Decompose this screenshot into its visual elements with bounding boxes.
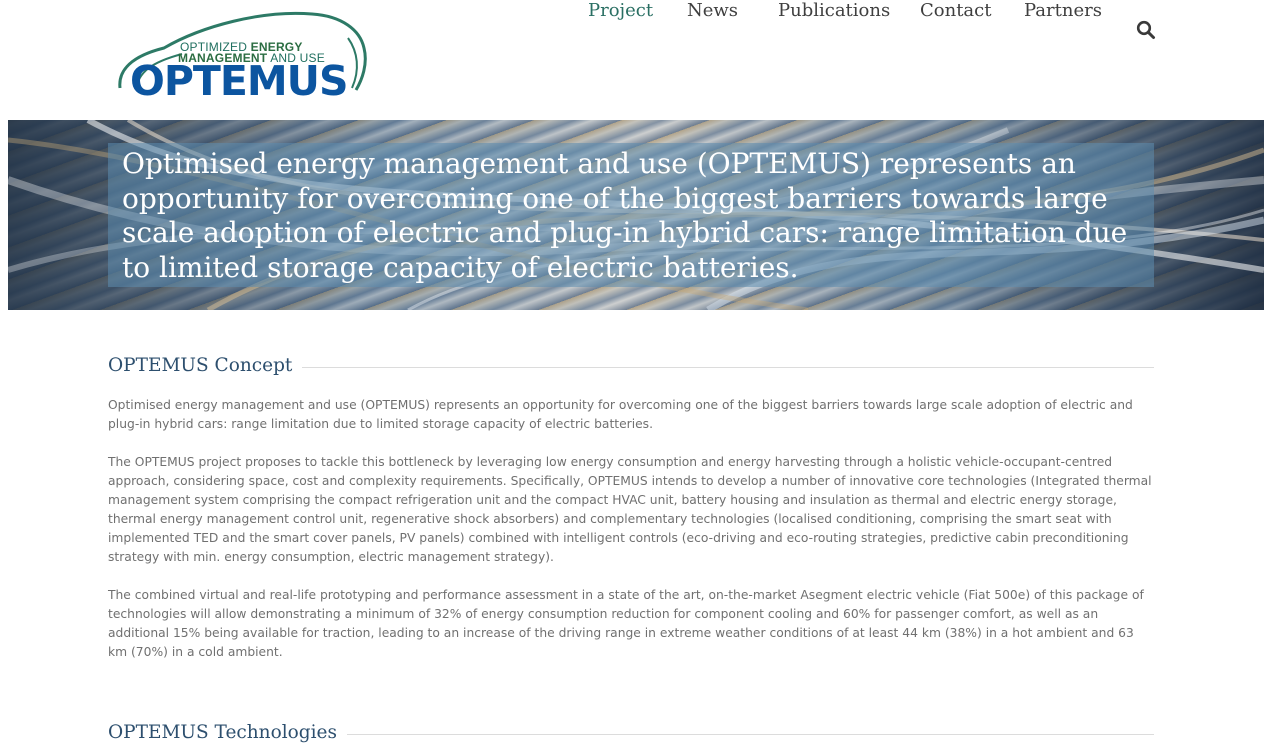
technologies-section-header: OPTEMUS Technologies <box>108 722 1154 748</box>
concept-section-header: OPTEMUS Concept <box>108 355 1154 381</box>
nav-item-contact[interactable]: Contact <box>920 0 991 21</box>
concept-paragraph-3: The combined virtual and real-life proto… <box>108 588 1144 659</box>
nav-item-project[interactable]: Project <box>588 0 653 21</box>
nav-item-publications[interactable]: Publications <box>778 0 890 21</box>
banner-statement: Optimised energy management and use (OPT… <box>122 147 1128 284</box>
section-title-concept: OPTEMUS Concept <box>108 355 303 376</box>
search-icon[interactable] <box>1136 20 1156 40</box>
nav-item-news[interactable]: News <box>687 0 738 21</box>
site-header: OPTIMIZED ENERGY MANAGEMENT AND USE OPTE… <box>0 0 1264 120</box>
section-title-technologies: OPTEMUS Technologies <box>108 722 347 743</box>
concept-paragraph-1: Optimised energy management and use (OPT… <box>108 398 1133 431</box>
concept-paragraph-2: The OPTEMUS project proposes to tackle t… <box>108 455 1152 564</box>
nav-item-partners[interactable]: Partners <box>1024 0 1102 21</box>
optemus-logo[interactable]: OPTIMIZED ENERGY MANAGEMENT AND USE OPTE… <box>112 8 368 104</box>
logo-wordmark: OPTEMUS <box>130 57 348 105</box>
